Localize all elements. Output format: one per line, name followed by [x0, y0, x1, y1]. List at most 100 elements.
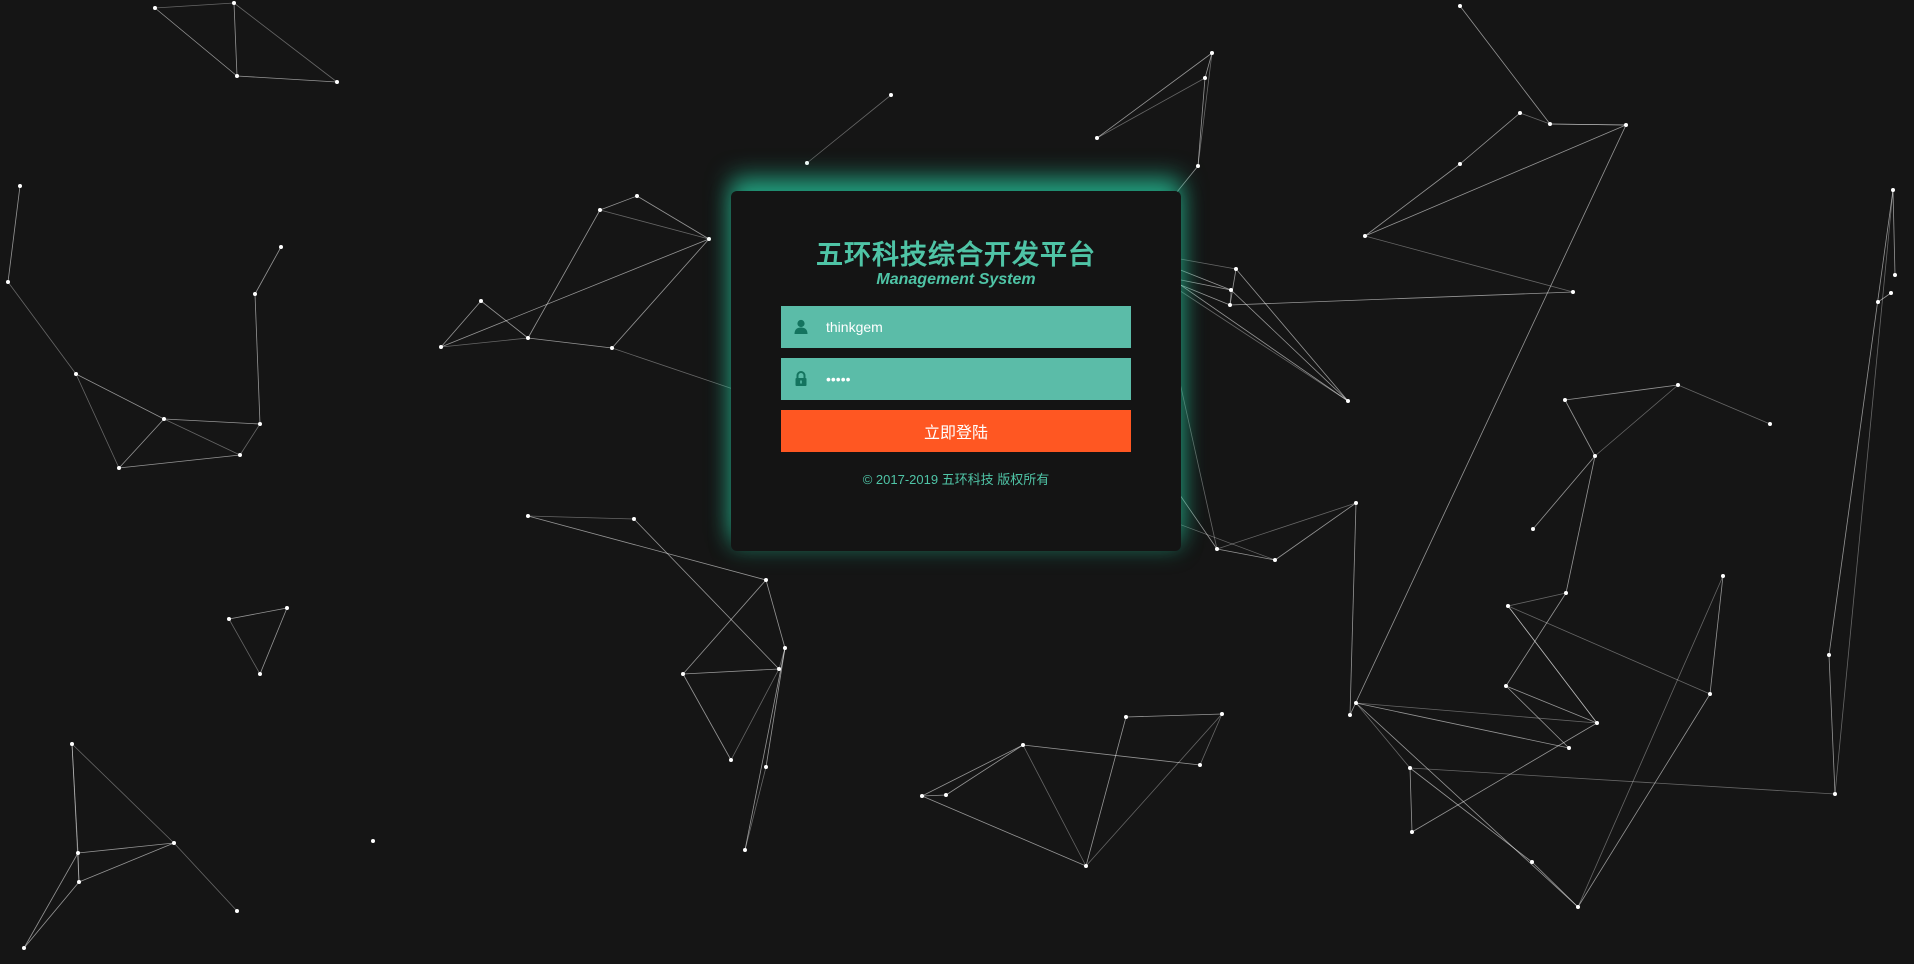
particle-link [1349, 502, 1357, 716]
particle-dot [1229, 288, 1233, 292]
particle-dot [1410, 830, 1414, 834]
particle-dot [889, 93, 893, 97]
particle-link [1364, 124, 1627, 237]
particle-link [599, 209, 710, 240]
particle-dot [1893, 273, 1897, 277]
particle-link [1828, 189, 1894, 656]
particle-link [1409, 767, 1413, 833]
particle-dot [1210, 51, 1214, 55]
particle-dot [18, 184, 22, 188]
particle-dot [1346, 399, 1350, 403]
particle-dot [805, 161, 809, 165]
particle-dot [1595, 721, 1599, 725]
particle-link [1892, 189, 1896, 276]
particle-dot [1833, 792, 1837, 796]
particle-dot [479, 299, 483, 303]
particle-link [1565, 455, 1596, 594]
particle-link [1355, 702, 1598, 724]
particle-dot [1518, 111, 1522, 115]
particle-link [1577, 693, 1711, 908]
particle-dot [77, 880, 81, 884]
particle-link [1199, 713, 1223, 766]
particle-link [1828, 654, 1836, 795]
particle-link [1834, 189, 1894, 795]
particle-link [1409, 767, 1836, 795]
particle-link [611, 347, 740, 392]
particle-dot [635, 194, 639, 198]
particle-link [233, 2, 238, 77]
particle-link [71, 743, 175, 844]
particle-dot [1203, 76, 1207, 80]
particle-dot [1571, 290, 1575, 294]
particle-dot [1215, 547, 1219, 551]
username-field[interactable] [781, 306, 1131, 348]
particle-dot [22, 946, 26, 950]
particle-dot [1593, 454, 1597, 458]
particle-link [1229, 268, 1237, 306]
particle-link [7, 281, 77, 375]
particle-link [154, 7, 238, 77]
particle-link [1197, 52, 1213, 167]
platform-subtitle: Management System [876, 271, 1036, 288]
particle-link [611, 238, 710, 349]
username-input[interactable] [826, 306, 1121, 348]
particle-link [259, 607, 288, 675]
particle-dot [1354, 701, 1358, 705]
particle-link [1594, 384, 1679, 457]
particle-link [75, 373, 120, 469]
particle-link [1532, 455, 1596, 530]
particle-link [1204, 52, 1213, 79]
particle-dot [117, 466, 121, 470]
lock-icon [795, 371, 807, 386]
particle-link [480, 300, 529, 339]
particle-link [527, 337, 613, 349]
particle-link [1229, 291, 1574, 306]
particle-dot [172, 841, 176, 845]
particle-link [75, 373, 165, 420]
particle-dot [598, 208, 602, 212]
particle-link [1505, 592, 1567, 687]
particle-link [1364, 163, 1461, 237]
particle-link [921, 744, 1024, 797]
password-field[interactable] [781, 358, 1131, 400]
particle-link [23, 852, 79, 949]
particle-link [744, 647, 786, 851]
particle-dot [1196, 164, 1200, 168]
particle-link [1274, 502, 1357, 561]
particle-dot [610, 346, 614, 350]
particle-dot [920, 794, 924, 798]
particle-dot [526, 336, 530, 340]
particle-dot [1408, 766, 1412, 770]
particle-link [1564, 384, 1679, 401]
platform-title: 五环科技综合开发平台 [816, 240, 1096, 270]
particle-dot [1564, 591, 1568, 595]
particle-dot [1095, 136, 1099, 140]
particle-dot [1889, 291, 1893, 295]
particle-dot [1273, 558, 1277, 562]
particle-dot [258, 672, 262, 676]
particle-link [945, 744, 1024, 796]
particle-dot [1348, 713, 1352, 717]
particle-dot [1876, 300, 1880, 304]
particle-dot [944, 793, 948, 797]
particle-dot [1676, 383, 1680, 387]
particle-link [1349, 124, 1627, 716]
particle-dot [1708, 692, 1712, 696]
particle-link [1216, 548, 1276, 561]
particle-dot [1458, 162, 1462, 166]
particle-link [1125, 713, 1223, 718]
particle-link [1505, 685, 1570, 749]
particle-link [254, 246, 282, 295]
particle-link [236, 75, 338, 83]
particle-dot [1354, 501, 1358, 505]
login-button[interactable]: 立即登陆 [781, 410, 1131, 452]
particle-link [682, 668, 780, 675]
particle-link [228, 618, 261, 675]
particle-dot [74, 372, 78, 376]
particle-link [1507, 592, 1567, 607]
particle-dot [1124, 715, 1128, 719]
particle-link [1197, 77, 1206, 167]
password-input[interactable] [826, 358, 1121, 400]
particle-dot [371, 839, 375, 843]
particle-dot [235, 74, 239, 78]
